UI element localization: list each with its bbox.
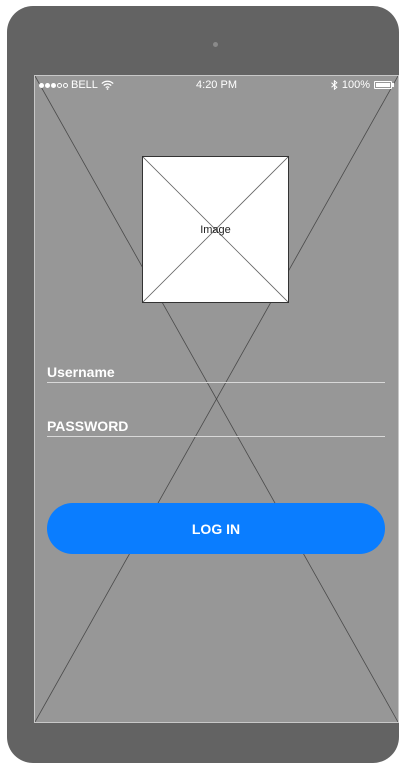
status-bar: BELL 4:20 PM 100% [35,76,398,96]
bluetooth-icon [331,80,338,90]
image-placeholder: Image [142,156,289,303]
phone-screen: BELL 4:20 PM 100% Image Username PASSWOR… [34,75,399,723]
password-field[interactable]: PASSWORD [47,417,385,437]
status-bar-right: 100% [331,79,394,91]
login-button-label: LOG IN [191,520,241,537]
battery-percentage: 100% [341,79,370,91]
battery-icon [374,81,394,89]
battery-body [374,81,392,89]
username-field[interactable]: Username [47,363,385,383]
battery-cap [392,83,394,87]
camera-dot [213,42,218,47]
phone-frame: BELL 4:20 PM 100% Image Username PASSWOR… [7,6,399,763]
username-label: Username [47,364,115,380]
image-placeholder-label: Image [200,224,231,236]
login-button[interactable]: LOG IN [47,503,385,554]
password-label: PASSWORD [47,418,129,434]
battery-level [376,83,390,87]
